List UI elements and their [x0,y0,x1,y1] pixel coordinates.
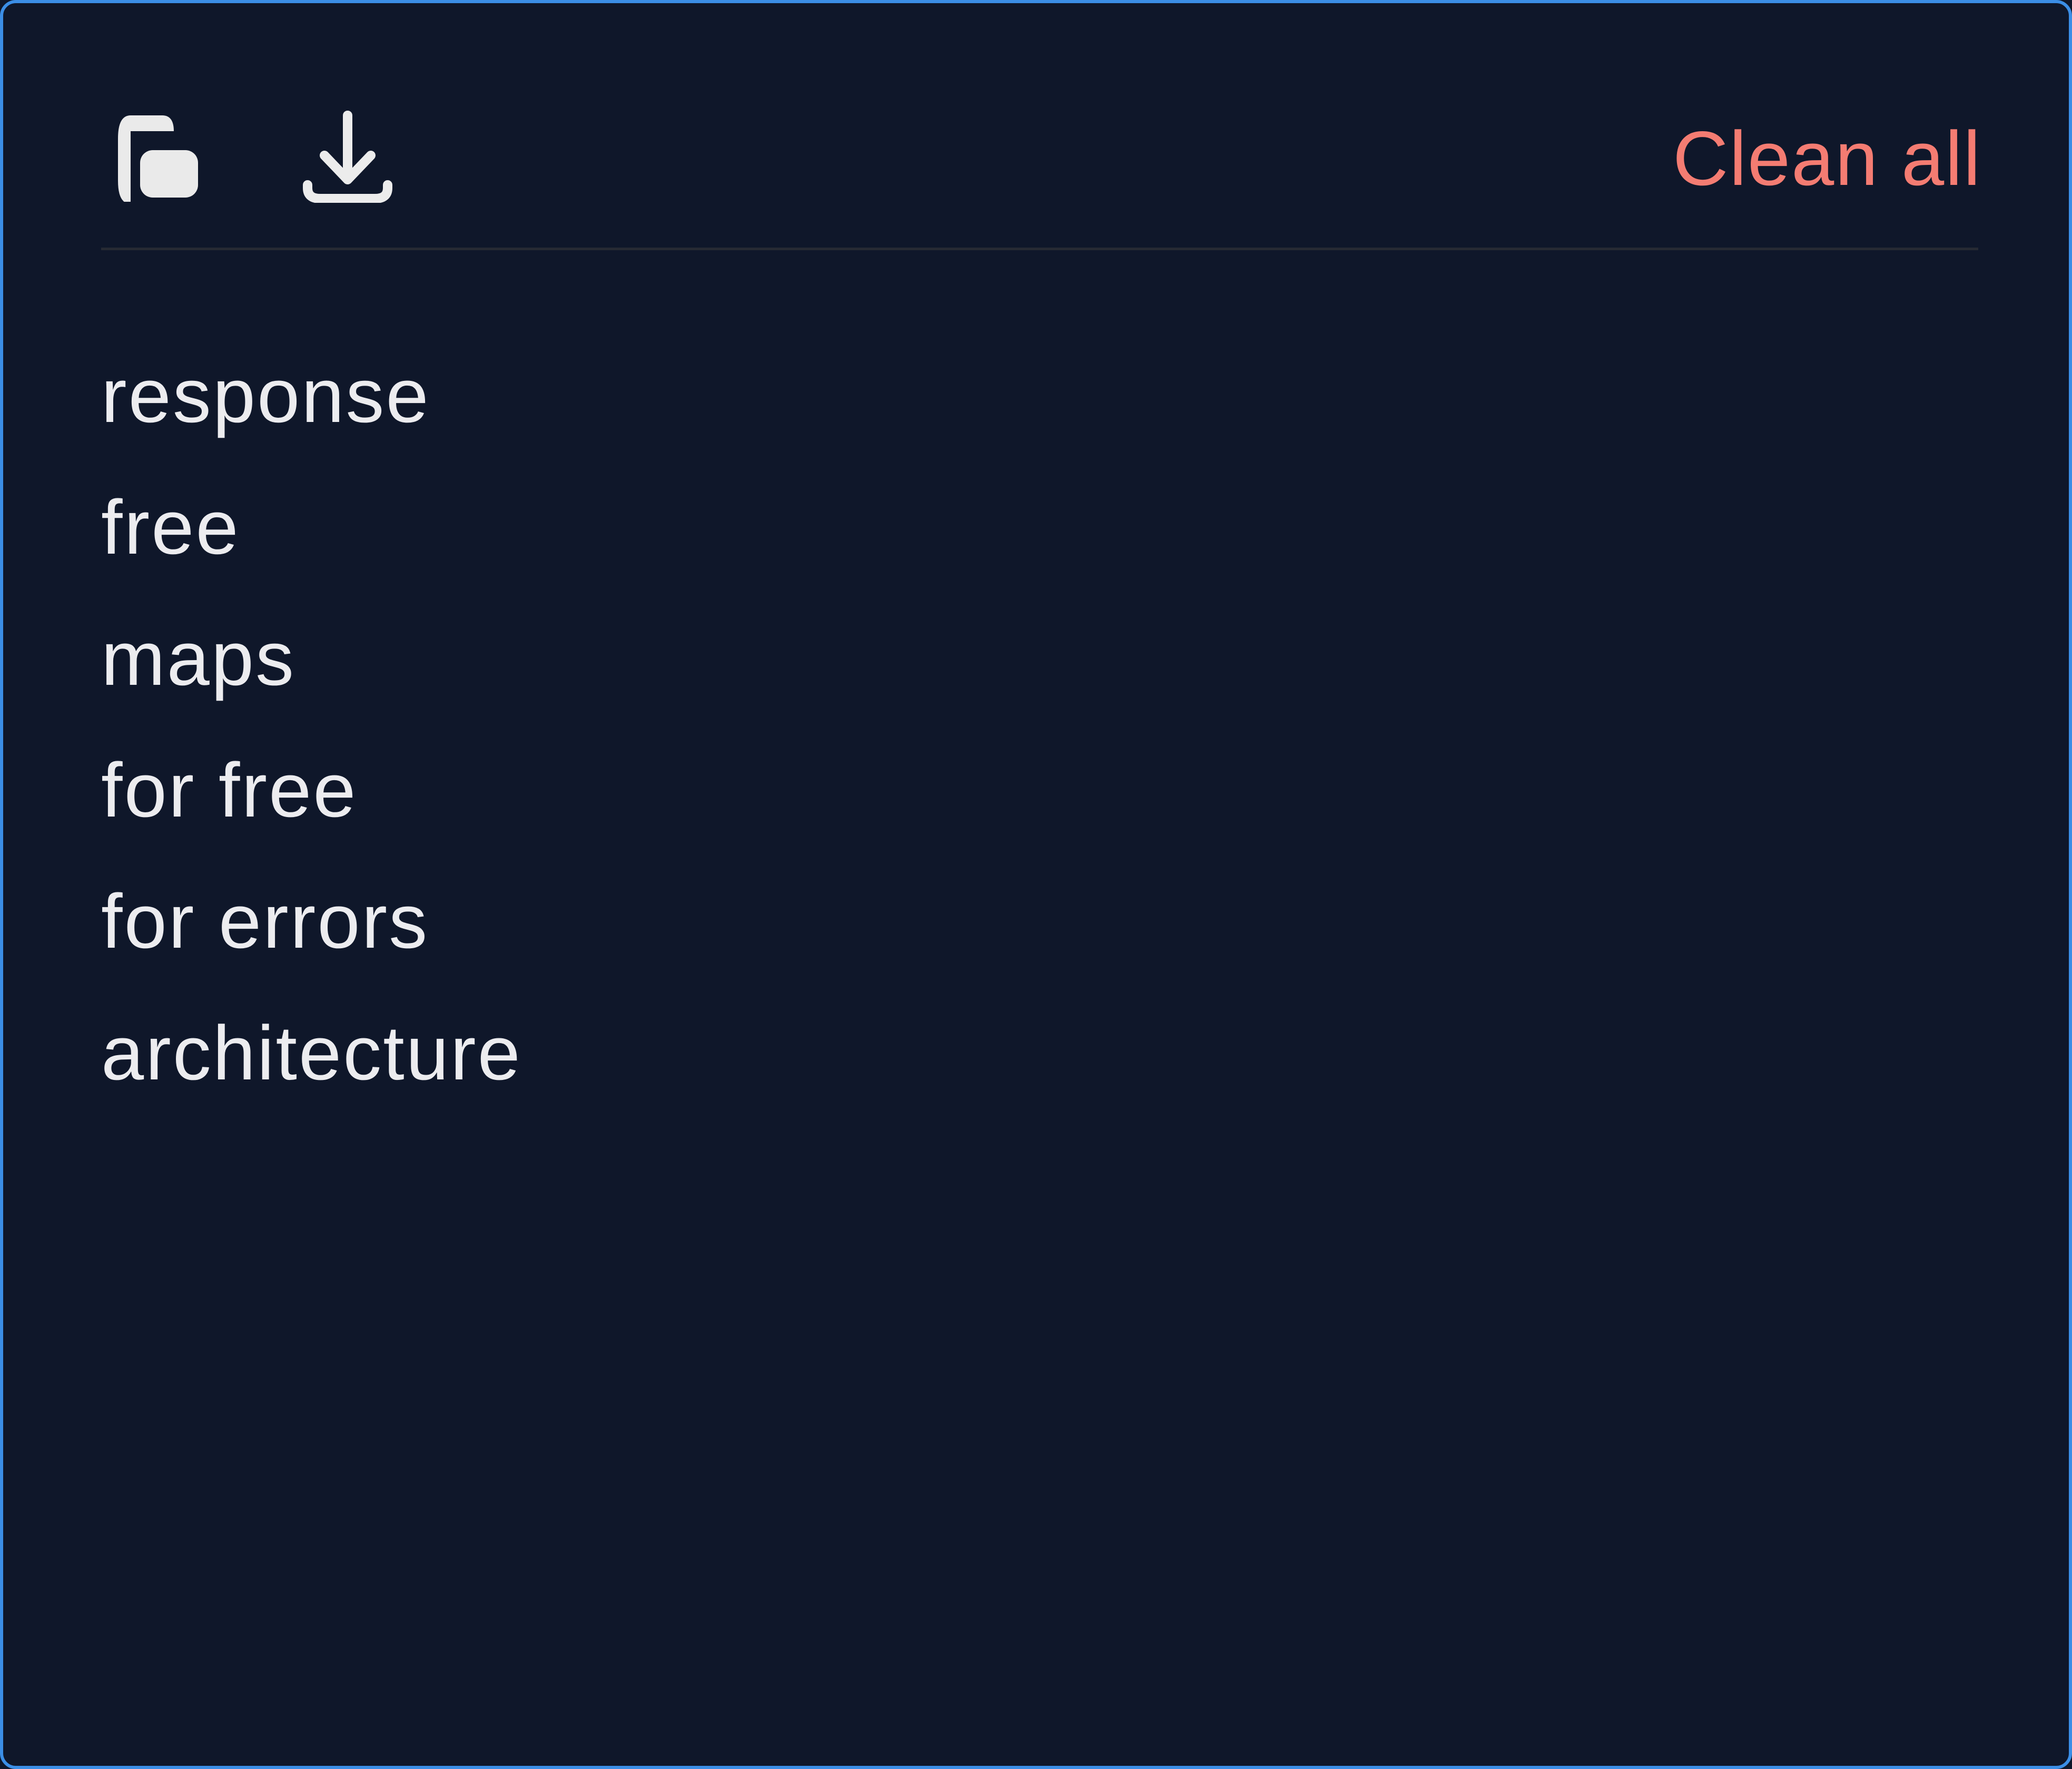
copy-icon [118,115,198,204]
download-button[interactable] [301,110,394,203]
clean-all-button[interactable]: Clean all [1673,116,1981,201]
list-item[interactable]: response [101,346,522,477]
history-list: response free maps for free for errors a… [101,346,522,1134]
list-item[interactable]: for free [101,740,522,872]
list-item[interactable]: maps [101,608,522,740]
divider [101,248,1978,250]
list-item[interactable]: for errors [101,871,522,1003]
list-item[interactable]: architecture [101,1003,522,1135]
history-panel: Clean all response free maps for free fo… [0,0,2072,1769]
list-item[interactable]: free [101,477,522,609]
download-icon [303,111,392,203]
copy-button[interactable] [115,112,202,204]
